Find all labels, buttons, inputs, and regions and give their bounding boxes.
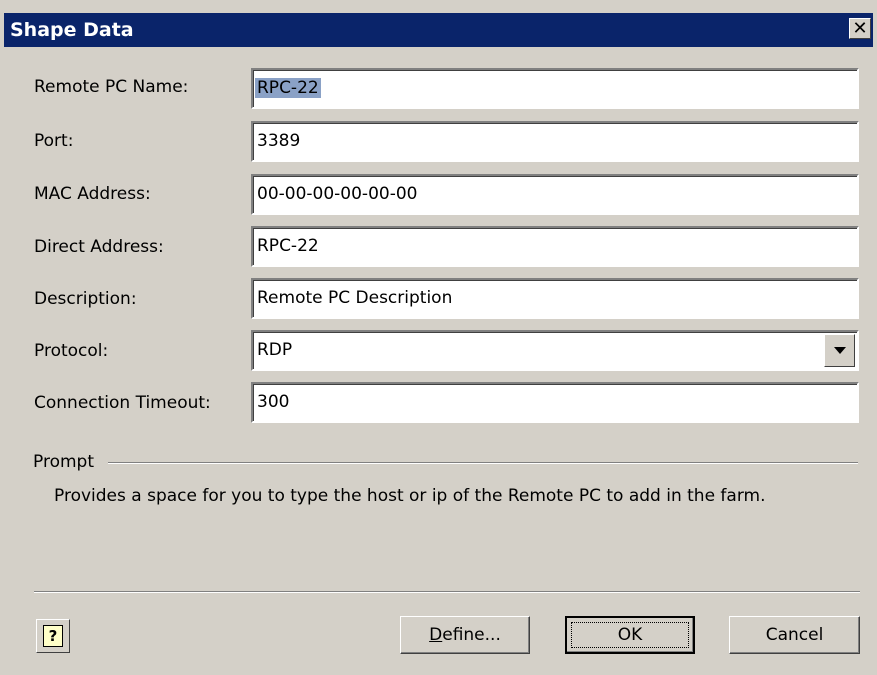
prompt-text: Provides a space for you to type the hos… bbox=[54, 486, 766, 506]
chevron-down-icon bbox=[833, 347, 846, 354]
direct-address-input[interactable]: RPC-22 bbox=[251, 226, 859, 267]
protocol-dropdown-button[interactable] bbox=[824, 334, 855, 367]
help-icon: ? bbox=[43, 625, 63, 647]
description-label: Description: bbox=[34, 289, 137, 309]
title-bar: Shape Data ✕ bbox=[4, 13, 873, 47]
port-value: 3389 bbox=[257, 131, 301, 151]
define-label: efine... bbox=[442, 625, 501, 645]
connection-timeout-input[interactable]: 300 bbox=[251, 382, 859, 423]
close-icon: ✕ bbox=[852, 17, 868, 39]
shape-data-dialog: Shape Data ✕ Remote PC Name: RPC-22 Port… bbox=[0, 0, 877, 675]
cancel-label: Cancel bbox=[765, 625, 824, 645]
description-value: Remote PC Description bbox=[257, 288, 453, 308]
window-title: Shape Data bbox=[10, 19, 134, 41]
mac-address-input[interactable]: 00-00-00-00-00-00 bbox=[251, 174, 859, 215]
define-button[interactable]: Define... bbox=[400, 616, 530, 654]
close-button[interactable]: ✕ bbox=[849, 18, 871, 39]
remote-pc-name-input[interactable]: RPC-22 bbox=[251, 68, 859, 109]
direct-address-label: Direct Address: bbox=[34, 237, 164, 257]
description-input[interactable]: Remote PC Description bbox=[251, 278, 859, 319]
connection-timeout-label: Connection Timeout: bbox=[34, 393, 211, 413]
help-button[interactable]: ? bbox=[36, 619, 70, 653]
mac-address-value: 00-00-00-00-00-00 bbox=[257, 184, 418, 204]
button-separator bbox=[34, 591, 860, 593]
protocol-select[interactable]: RDP bbox=[251, 330, 859, 371]
define-mnemonic: D bbox=[429, 625, 443, 645]
port-label: Port: bbox=[34, 131, 74, 151]
direct-address-value: RPC-22 bbox=[257, 236, 319, 256]
cancel-button[interactable]: Cancel bbox=[729, 616, 860, 654]
prompt-divider bbox=[108, 462, 858, 464]
mac-address-label: MAC Address: bbox=[34, 184, 151, 204]
port-input[interactable]: 3389 bbox=[251, 121, 859, 162]
ok-button[interactable]: OK bbox=[565, 616, 695, 654]
prompt-label: Prompt bbox=[33, 452, 94, 472]
protocol-value: RDP bbox=[257, 340, 293, 360]
remote-pc-name-label: Remote PC Name: bbox=[34, 77, 189, 97]
protocol-label: Protocol: bbox=[34, 341, 109, 361]
remote-pc-name-value: RPC-22 bbox=[255, 78, 321, 98]
connection-timeout-value: 300 bbox=[257, 392, 290, 412]
